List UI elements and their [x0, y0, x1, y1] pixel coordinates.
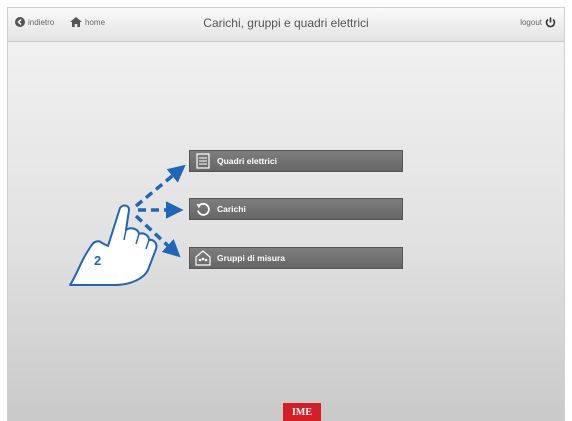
app-frame: indietro home Carichi, gruppi e quadri e… — [7, 7, 565, 421]
ime-logo: IME — [283, 403, 321, 421]
step-number: 2 — [94, 253, 101, 268]
pointing-hand-icon: 2 — [69, 204, 158, 286]
instruction-overlay: 2 — [69, 164, 186, 286]
